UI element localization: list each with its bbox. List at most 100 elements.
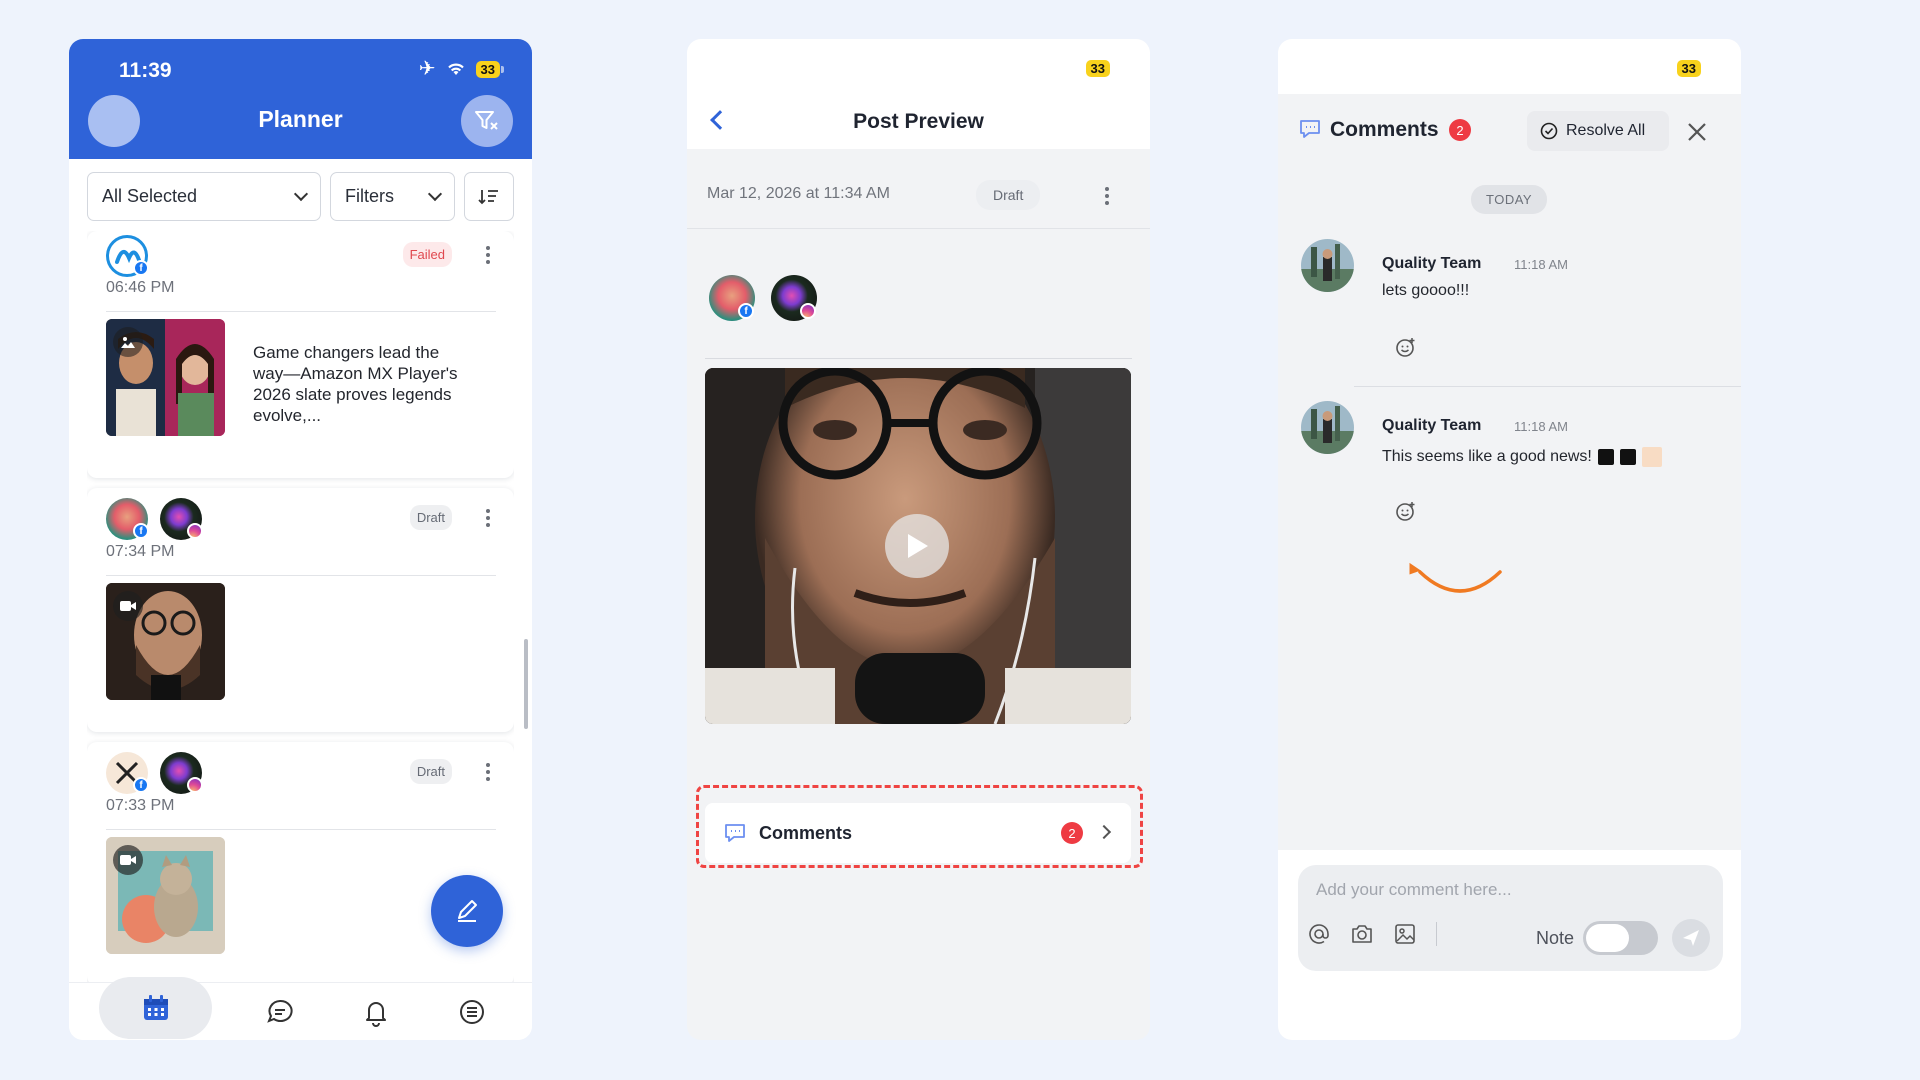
post-time: 07:33 PM <box>106 797 175 814</box>
planner-screen: 11:39 ✈ 33 Planner All Selected Filters <box>69 39 532 1040</box>
instagram-icon <box>187 777 203 793</box>
filters-dropdown[interactable]: Filters <box>330 172 455 221</box>
comment-author: Quality Team <box>1382 255 1482 272</box>
divider <box>1354 386 1741 387</box>
emoji-icon <box>1597 449 1614 465</box>
divider <box>705 358 1132 359</box>
divider <box>687 228 1150 229</box>
preview-header: 33 Post Preview <box>687 39 1150 149</box>
bell-icon <box>366 1001 386 1027</box>
post-thumbnail <box>106 837 225 954</box>
comment-time: 11:18 AM <box>1514 419 1568 434</box>
comment-text-content: This seems like a good news! <box>1382 448 1592 465</box>
avatar <box>1301 401 1354 454</box>
divider <box>106 311 496 312</box>
play-icon <box>908 534 928 558</box>
comments-count-badge: 2 <box>1061 822 1083 844</box>
account-select[interactable]: All Selected <box>87 172 321 221</box>
sort-button[interactable] <box>464 172 514 221</box>
compose-button[interactable] <box>431 875 503 947</box>
planner-toolbar: All Selected Filters <box>87 172 517 222</box>
status-time: 11:39 <box>119 59 172 82</box>
filter-button[interactable] <box>461 95 513 147</box>
emoji-icon <box>1641 447 1662 467</box>
add-reaction-icon[interactable] <box>1395 336 1417 358</box>
resolve-all-button[interactable]: Resolve All <box>1527 111 1669 151</box>
post-card[interactable]: f Draft 07:34 PM <box>87 488 514 732</box>
post-datetime: Mar 12, 2026 at 11:34 AM <box>707 185 890 202</box>
image-icon[interactable] <box>1394 923 1416 945</box>
tab-notifications[interactable] <box>348 984 404 1040</box>
emoji-icon <box>1619 449 1636 465</box>
post-card[interactable]: f Draft 07:33 PM <box>87 742 514 986</box>
comments-count-badge: 2 <box>1449 119 1471 141</box>
comment-icon <box>725 824 745 842</box>
post-thumbnail <box>106 319 225 436</box>
page-title: Comments <box>1330 118 1439 141</box>
facebook-icon: f <box>133 777 149 793</box>
composer-tools <box>1308 922 1437 946</box>
divider <box>106 829 496 830</box>
comments-screen: 33 Comments 2 Resolve All TODAY Quality … <box>1278 39 1741 1040</box>
comment-input-box[interactable]: Add your comment here... Note <box>1298 865 1723 971</box>
avatar <box>1301 239 1354 292</box>
mention-icon[interactable] <box>1308 923 1330 945</box>
play-button[interactable] <box>885 514 949 578</box>
tab-planner[interactable] <box>99 976 212 1039</box>
add-reaction-icon[interactable] <box>1395 500 1417 522</box>
comment-input[interactable]: Add your comment here... <box>1316 880 1512 900</box>
filter-icon <box>475 111 498 130</box>
status-badge: Failed <box>402 242 452 267</box>
comments-label: Comments <box>759 822 853 843</box>
status-badge: Draft <box>976 180 1041 210</box>
comment-text: lets goooo!!! <box>1382 282 1470 299</box>
account-select-label: All Selected <box>102 186 198 206</box>
image-icon <box>113 327 143 357</box>
pencil-icon <box>458 900 477 922</box>
calendar-icon <box>143 994 168 1020</box>
post-list: f Failed 06:46 PM Game changers lead the… <box>87 231 514 991</box>
status-icons: 33 <box>1676 60 1701 78</box>
video-preview[interactable] <box>705 368 1131 724</box>
note-label: Note <box>1536 928 1575 948</box>
status-badge: Draft <box>409 505 452 530</box>
divider <box>106 575 496 576</box>
menu-icon <box>460 999 484 1024</box>
comment-time: 11:18 AM <box>1514 257 1568 272</box>
chat-icon <box>267 999 293 1023</box>
scrollbar[interactable] <box>524 639 528 729</box>
more-options-icon[interactable] <box>486 246 490 264</box>
camera-icon[interactable] <box>1350 923 1374 945</box>
note-toggle[interactable] <box>1583 921 1658 955</box>
post-caption: Game changers lead the way—Amazon MX Pla… <box>253 343 458 425</box>
video-icon <box>113 591 143 621</box>
close-icon[interactable] <box>1682 117 1712 147</box>
chevron-right-icon <box>1096 824 1112 840</box>
tab-messages[interactable] <box>252 984 308 1040</box>
instagram-icon <box>800 303 816 319</box>
facebook-icon: f <box>133 260 149 276</box>
post-time: 06:46 PM <box>106 279 175 296</box>
sort-icon <box>478 189 498 204</box>
post-card[interactable]: f Failed 06:46 PM Game changers lead the… <box>87 231 514 478</box>
status-bar: 33 <box>1278 39 1741 94</box>
arrow-annotation <box>1409 562 1502 593</box>
status-icons: ✈ 33 <box>419 59 505 79</box>
wifi-icon <box>447 63 464 75</box>
chevron-down-icon <box>293 186 309 202</box>
check-circle-icon <box>1540 122 1558 140</box>
video-icon <box>113 845 143 875</box>
more-options-icon[interactable] <box>486 509 490 527</box>
more-options-icon[interactable] <box>1105 187 1126 205</box>
tab-menu[interactable] <box>444 984 500 1040</box>
post-time: 07:34 PM <box>106 543 175 560</box>
more-options-icon[interactable] <box>486 763 490 781</box>
comment-icon <box>1300 120 1320 138</box>
comments-entry[interactable]: Comments 2 <box>705 803 1131 863</box>
date-separator: TODAY <box>1471 185 1548 214</box>
bottom-tab-bar <box>69 976 532 1040</box>
status-icons: 33 <box>1085 60 1110 78</box>
resolve-all-label: Resolve All <box>1566 122 1646 139</box>
post-thumbnail <box>106 583 225 700</box>
send-button[interactable] <box>1672 919 1710 957</box>
